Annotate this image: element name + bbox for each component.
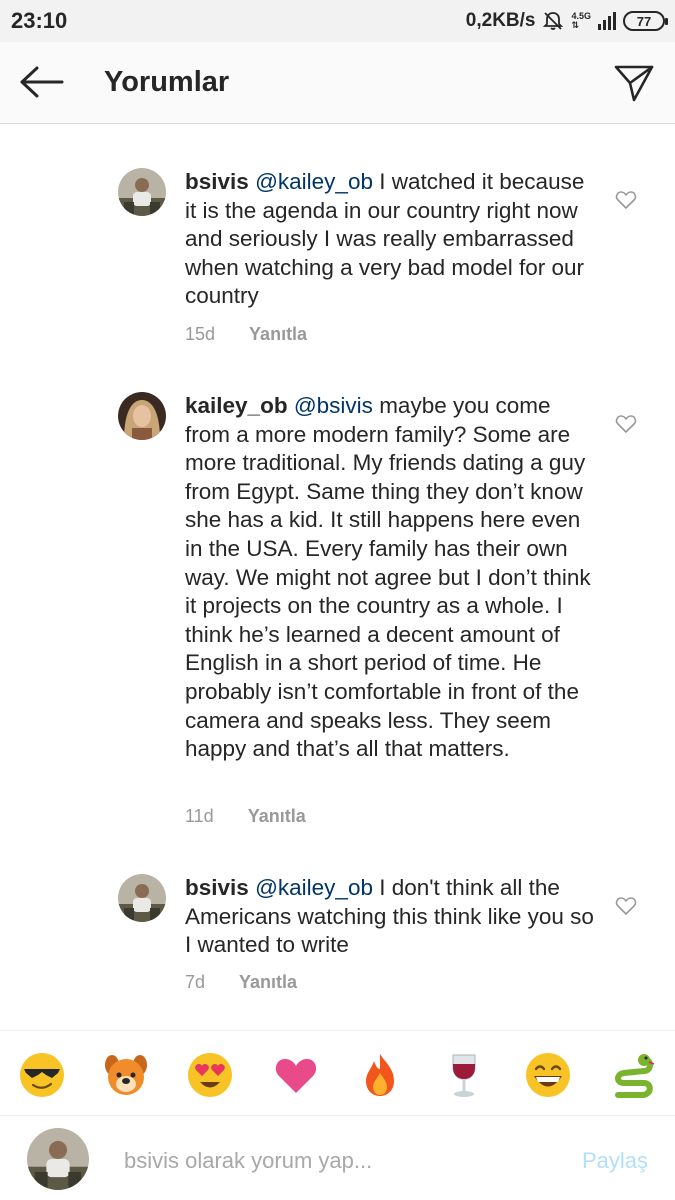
- comment-composer: Paylaş: [0, 1116, 675, 1200]
- heart-emoji[interactable]: [272, 1051, 320, 1099]
- snake-emoji[interactable]: [608, 1051, 656, 1099]
- sunglasses-emoji[interactable]: [18, 1051, 66, 1099]
- heart-outline-icon[interactable]: [615, 190, 637, 210]
- reply-button[interactable]: Yanıtla: [248, 806, 306, 827]
- comment-text: bsivis @kailey_ob I watched it because i…: [185, 168, 595, 311]
- paper-plane-icon[interactable]: [613, 62, 655, 104]
- reply-button[interactable]: Yanıtla: [239, 972, 297, 993]
- battery-icon: 77: [623, 11, 668, 31]
- page-title: Yorumlar: [104, 66, 230, 98]
- avatar[interactable]: [118, 392, 166, 440]
- heart-eyes-emoji[interactable]: [186, 1051, 234, 1099]
- comment-text: kailey_ob @bsivis maybe you come from a …: [185, 392, 595, 764]
- network-speed: 0,2KB/s: [465, 10, 536, 31]
- comment-input[interactable]: [124, 1146, 544, 1176]
- avatar[interactable]: [118, 874, 166, 922]
- comment-username[interactable]: bsivis: [185, 875, 249, 900]
- reply-button[interactable]: Yanıtla: [249, 324, 307, 345]
- emoji-quick-bar: [0, 1030, 675, 1116]
- comment-mention[interactable]: @kailey_ob: [255, 169, 373, 194]
- grinning-emoji[interactable]: [524, 1051, 572, 1099]
- avatar: [27, 1128, 89, 1190]
- status-time: 23:10: [11, 8, 68, 33]
- top-bar: Yorumlar: [0, 42, 675, 124]
- post-button[interactable]: Paylaş: [582, 1148, 648, 1174]
- battery-level: 77: [636, 13, 652, 29]
- heart-outline-icon[interactable]: [615, 896, 637, 916]
- status-bar: 23:10 0,2KB/s 4.5G ⇅ 77: [0, 0, 675, 42]
- comment-meta: 15d Yanıtla: [185, 324, 307, 345]
- wine-emoji[interactable]: [440, 1051, 488, 1099]
- network-arrows: ⇅: [571, 20, 580, 30]
- arrow-left-icon[interactable]: [18, 64, 64, 100]
- signal-icon: [598, 12, 616, 30]
- comment-time: 7d: [185, 972, 206, 992]
- comment-username[interactable]: kailey_ob: [185, 393, 288, 418]
- avatar[interactable]: [118, 168, 166, 216]
- comment-content: maybe you come from a more modern family…: [185, 393, 591, 762]
- status-icons: 0,2KB/s 4.5G ⇅ 77: [465, 8, 668, 34]
- comment-text: bsivis @kailey_ob I don't think all the …: [185, 874, 595, 960]
- comment-mention[interactable]: @bsivis: [294, 393, 373, 418]
- heart-outline-icon[interactable]: [615, 414, 637, 434]
- comment-time: 11d: [185, 806, 214, 826]
- network-type: 4.5G ⇅: [571, 12, 591, 30]
- comment-mention[interactable]: @kailey_ob: [255, 875, 373, 900]
- comment-meta: 7d Yanıtla: [185, 972, 297, 993]
- mute-icon: [543, 12, 564, 30]
- dog-emoji[interactable]: [102, 1051, 150, 1099]
- comment-username[interactable]: bsivis: [185, 169, 249, 194]
- comment-time: 15d: [185, 324, 216, 344]
- fire-emoji[interactable]: [356, 1051, 404, 1099]
- comment-meta: 11d Yanıtla: [185, 806, 306, 827]
